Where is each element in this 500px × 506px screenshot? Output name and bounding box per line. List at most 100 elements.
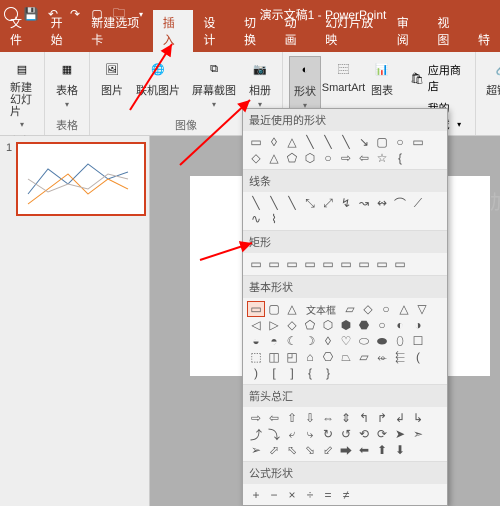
shape-item[interactable]: ⬅ xyxy=(355,442,373,458)
shape-item[interactable]: } xyxy=(319,365,337,381)
shape-item[interactable]: ] xyxy=(283,365,301,381)
shape-item[interactable]: ╲ xyxy=(283,195,301,211)
shape-item[interactable]: ⬠ xyxy=(301,317,319,333)
shape-item[interactable]: △ xyxy=(265,150,283,166)
shape-item[interactable]: ⮕ xyxy=(337,442,355,458)
shape-item[interactable]: ⇦ xyxy=(265,410,283,426)
shape-item[interactable]: ☽ xyxy=(301,333,319,349)
shape-item[interactable]: ↲ xyxy=(391,410,409,426)
shape-item[interactable]: ▭ xyxy=(247,301,265,317)
shape-item[interactable]: − xyxy=(265,487,283,503)
tab-design[interactable]: 设计 xyxy=(193,10,234,52)
shape-item[interactable]: ◑ xyxy=(409,317,427,333)
shape-item[interactable]: ⏢ xyxy=(337,349,355,365)
shape-item[interactable]: ▢ xyxy=(373,134,391,150)
screenshot-button[interactable]: ⧉ 屏幕截图 ▾ xyxy=(188,56,240,111)
shape-item[interactable]: ⇕ xyxy=(337,410,355,426)
tab-transition[interactable]: 切换 xyxy=(234,10,275,52)
shape-item[interactable]: ╲ xyxy=(265,195,283,211)
shape-item[interactable]: ⟳ xyxy=(373,426,391,442)
shape-item[interactable]: ↯ xyxy=(337,195,355,211)
shape-item[interactable]: ◇ xyxy=(283,317,301,333)
shape-item[interactable]: ◊ xyxy=(265,134,283,150)
shape-item[interactable]: ↺ xyxy=(337,426,355,442)
shape-item[interactable]: ⬡ xyxy=(301,150,319,166)
shape-item[interactable]: ▭ xyxy=(391,256,409,272)
shape-item[interactable]: ↱ xyxy=(373,410,391,426)
tab-insert[interactable]: 插入 xyxy=(153,10,194,52)
chart-button[interactable]: 📊 图表 xyxy=(366,56,398,100)
store-button[interactable]: 🛍应用商店 xyxy=(406,60,465,96)
shape-item[interactable]: { xyxy=(391,150,409,166)
shape-item[interactable]: ⤴ xyxy=(247,426,265,442)
shape-item[interactable]: ⇩ xyxy=(301,410,319,426)
shape-item[interactable]: ⬂ xyxy=(301,442,319,458)
shape-item[interactable]: ⤵ xyxy=(265,426,283,442)
shapes-button[interactable]: ◐ 形状 ▾ xyxy=(289,56,321,113)
shape-item[interactable]: ⬢ xyxy=(337,317,355,333)
shape-item[interactable]: ↳ xyxy=(409,410,427,426)
shape-item[interactable]: ◁ xyxy=(247,317,265,333)
shape-item[interactable]: ◫ xyxy=(265,349,283,365)
shape-item[interactable]: ↭ xyxy=(373,195,391,211)
shape-item[interactable]: ⬬ xyxy=(373,333,391,349)
shape-item[interactable]: ▭ xyxy=(265,256,283,272)
tab-file[interactable]: 文件 xyxy=(0,10,41,52)
smartart-button[interactable]: ⿳ SmartArt xyxy=(325,56,362,96)
shape-item[interactable]: ⏥ xyxy=(355,349,373,365)
shape-item[interactable]: ▭ xyxy=(319,256,337,272)
shape-item[interactable]: + xyxy=(247,487,265,503)
shape-item[interactable]: ╲ xyxy=(337,134,355,150)
shape-item[interactable]: ▭ xyxy=(409,134,427,150)
shape-item[interactable]: ♡ xyxy=(337,333,355,349)
shape-item[interactable]: ⤷ xyxy=(301,426,319,442)
shape-item[interactable]: [ xyxy=(265,365,283,381)
shape-item[interactable]: ↻ xyxy=(319,426,337,442)
shape-item[interactable]: ▭ xyxy=(301,256,319,272)
shape-item[interactable]: × xyxy=(283,487,301,503)
shape-item[interactable]: ⇧ xyxy=(283,410,301,426)
shape-item[interactable]: ⌇ xyxy=(265,211,283,227)
shape-item[interactable]: ➢ xyxy=(247,442,265,458)
shape-item[interactable]: ➤ xyxy=(391,426,409,442)
tab-review[interactable]: 审阅 xyxy=(387,10,428,52)
shape-item[interactable]: ⟋ xyxy=(409,195,427,211)
shape-item[interactable]: ⤡ xyxy=(301,195,319,211)
shape-item[interactable]: ⇨ xyxy=(337,150,355,166)
shape-item[interactable]: ╲ xyxy=(247,195,265,211)
tab-home[interactable]: 开始 xyxy=(41,10,82,52)
shape-item[interactable]: ⇔ xyxy=(319,410,337,426)
shape-item[interactable]: ⬠ xyxy=(283,150,301,166)
tab-slideshow[interactable]: 幻灯片放映 xyxy=(315,10,387,52)
shape-item[interactable]: ⎔ xyxy=(319,349,337,365)
hyperlink-button[interactable]: 🔗 超链接 xyxy=(482,56,500,100)
shape-item[interactable]: ☾ xyxy=(283,333,301,349)
shape-item[interactable]: ▭ xyxy=(283,256,301,272)
shape-item[interactable]: ⬱ xyxy=(391,349,409,365)
new-slide-button[interactable]: ▤ 新建 幻灯片 ▾ xyxy=(6,56,38,131)
shape-item[interactable]: ▭ xyxy=(247,256,265,272)
shape-item[interactable]: ⬡ xyxy=(319,317,337,333)
shape-item[interactable]: ⬁ xyxy=(283,442,301,458)
shape-item[interactable]: ↰ xyxy=(355,410,373,426)
shape-textbox[interactable]: 文本框 xyxy=(301,301,341,317)
shape-item[interactable]: △ xyxy=(283,134,301,150)
shape-item[interactable]: ○ xyxy=(373,317,391,333)
shape-item[interactable]: △ xyxy=(283,301,301,317)
shape-item[interactable]: ⬚ xyxy=(247,349,265,365)
shape-item[interactable]: △ xyxy=(395,301,413,317)
shape-item[interactable]: ▷ xyxy=(265,317,283,333)
shape-item[interactable]: ▭ xyxy=(373,256,391,272)
shape-item[interactable]: ⬣ xyxy=(355,317,373,333)
shape-item[interactable]: ⬃ xyxy=(319,442,337,458)
shape-item[interactable]: ◊ xyxy=(319,333,337,349)
shape-item[interactable]: ) xyxy=(247,365,265,381)
album-button[interactable]: 📷 相册 ▾ xyxy=(244,56,276,111)
tab-anim[interactable]: 动画 xyxy=(275,10,316,52)
tab-special[interactable]: 特 xyxy=(468,27,500,52)
shape-item[interactable]: ⬭ xyxy=(355,333,373,349)
shape-item[interactable]: ↝ xyxy=(355,195,373,211)
shape-item[interactable]: ∿ xyxy=(247,211,265,227)
shape-item[interactable]: ⬰ xyxy=(373,349,391,365)
shape-item[interactable]: ○ xyxy=(319,150,337,166)
